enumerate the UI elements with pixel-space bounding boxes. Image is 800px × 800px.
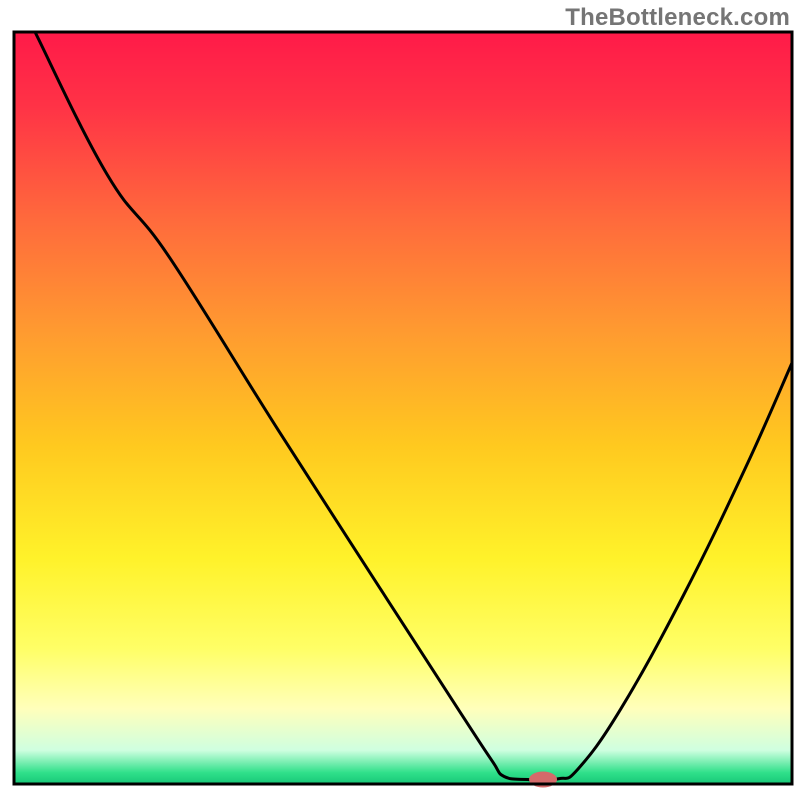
chart-container: TheBottleneck.com [0, 0, 800, 800]
bottleneck-chart [0, 0, 800, 800]
chart-background [14, 32, 792, 784]
